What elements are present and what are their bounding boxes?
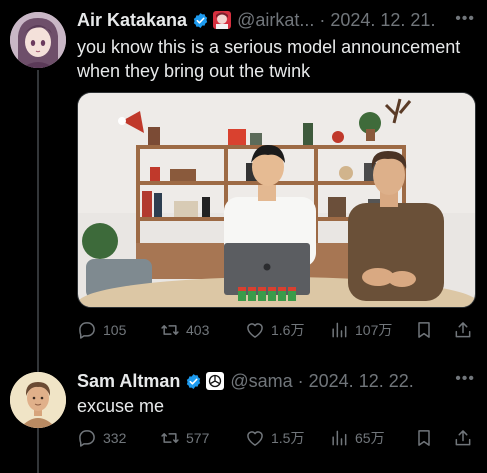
- like-button[interactable]: 1.5万: [245, 426, 304, 450]
- tweet-2-header: Sam Altman @sama · 2024. 12. 22.: [77, 369, 414, 393]
- views-button[interactable]: 65万: [329, 426, 385, 450]
- bookmark-button[interactable]: [414, 426, 434, 450]
- tweet-text: you know this is a serious model announc…: [77, 37, 461, 81]
- share-button[interactable]: [453, 318, 473, 342]
- verified-badge-icon: [193, 12, 208, 28]
- anime-badge-icon: [213, 11, 232, 29]
- retweet-icon: [161, 433, 179, 443]
- handle-and-date[interactable]: @sama · 2024. 12. 22.: [230, 371, 413, 392]
- bookmark-icon: [418, 430, 430, 446]
- retweet-button[interactable]: 577: [160, 426, 209, 450]
- tweet-text: excuse me: [77, 396, 165, 416]
- tweet-2-actions: 332 577 1.5万 65万: [77, 426, 477, 450]
- views-chart-icon: [332, 322, 347, 338]
- like-count: 1.5万: [271, 430, 305, 446]
- openai-logo-icon: [206, 372, 225, 390]
- reply-count: 105: [103, 322, 127, 338]
- views-chart-icon: [332, 430, 347, 446]
- more-options-icon[interactable]: •••: [455, 370, 475, 388]
- bookmark-icon: [418, 322, 430, 338]
- tweet-1-header: Air Katakana @airkat... · 2024. 12. 21.: [77, 8, 435, 32]
- sam-altman-avatar[interactable]: [10, 372, 66, 428]
- view-count: 107万: [355, 322, 393, 338]
- like-button[interactable]: 1.6万: [245, 318, 304, 342]
- views-button[interactable]: 107万: [329, 318, 392, 342]
- retweet-button[interactable]: 403: [160, 318, 209, 342]
- retweet-count: 403: [186, 322, 210, 338]
- like-count: 1.6万: [271, 322, 305, 338]
- verified-badge-icon: [187, 373, 201, 389]
- display-name[interactable]: Sam Altman: [77, 371, 180, 392]
- reply-count: 332: [103, 430, 127, 446]
- retweet-icon: [161, 325, 179, 335]
- share-button[interactable]: [453, 426, 473, 450]
- display-name[interactable]: Air Katakana: [77, 10, 187, 31]
- retweet-count: 577: [186, 430, 210, 446]
- tweet-1-actions: 105 403 1.6万 107万: [77, 318, 477, 342]
- reply-button[interactable]: 332: [77, 426, 126, 450]
- view-count: 65万: [355, 430, 385, 446]
- more-options-icon[interactable]: •••: [455, 10, 475, 28]
- share-icon: [455, 322, 471, 338]
- reply-button[interactable]: 105: [77, 318, 126, 342]
- bookmark-button[interactable]: [414, 318, 434, 342]
- share-icon: [455, 430, 471, 446]
- reply-icon: [79, 430, 95, 447]
- handle-and-date[interactable]: @airkat... · 2024. 12. 21.: [237, 10, 435, 31]
- heart-icon: [247, 431, 263, 446]
- tweet-media-photo[interactable]: [77, 92, 476, 308]
- reply-icon: [79, 322, 95, 339]
- air-katakana-avatar[interactable]: [10, 12, 66, 68]
- heart-icon: [247, 323, 263, 338]
